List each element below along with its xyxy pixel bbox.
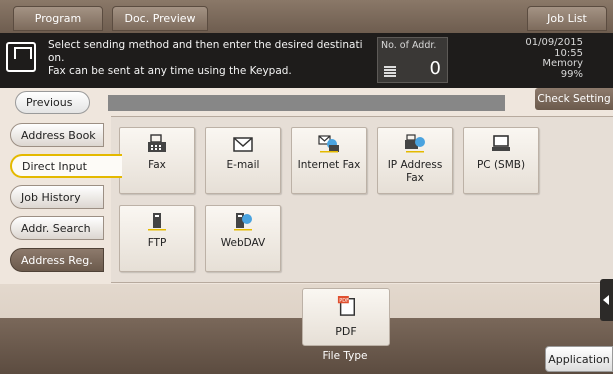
ip-address-fax-icon: [405, 134, 425, 153]
doc-preview-button[interactable]: Doc. Preview: [112, 6, 208, 31]
file-type-pdf-button[interactable]: PDF PDF: [302, 288, 390, 346]
ip-address-fax-button[interactable]: IP Address Fax: [377, 127, 453, 194]
email-icon: [233, 137, 253, 152]
status-readout: 01/09/2015 10:55 Memory 99%: [525, 37, 583, 80]
pc-smb-button[interactable]: PC (SMB): [463, 127, 539, 194]
tab-direct-input[interactable]: Direct Input: [10, 154, 122, 178]
scan-send-icon: [6, 42, 36, 72]
application-button[interactable]: Application: [545, 346, 613, 372]
pc-smb-icon: [492, 135, 510, 151]
webdav-button[interactable]: WebDAV: [205, 205, 281, 272]
pc-smb-label: PC (SMB): [476, 159, 526, 171]
program-button[interactable]: Program: [13, 6, 103, 31]
tab-addr-search[interactable]: Addr. Search: [10, 216, 104, 240]
tab-job-history[interactable]: Job History: [10, 185, 104, 209]
previous-button[interactable]: Previous: [15, 91, 90, 114]
tab-address-book[interactable]: Address Book: [10, 123, 104, 147]
list-icon: [384, 66, 396, 77]
job-list-button[interactable]: Job List: [527, 6, 607, 31]
ftp-button[interactable]: FTP: [119, 205, 195, 272]
email-label: E-mail: [226, 159, 260, 171]
email-button[interactable]: E-mail: [205, 127, 281, 194]
addr-count-value: 0: [429, 58, 441, 79]
ftp-icon: [148, 213, 166, 231]
webdav-label: WebDAV: [220, 237, 266, 249]
check-setting-button[interactable]: Check Setting: [535, 88, 613, 110]
webdav-icon: [234, 213, 252, 231]
ip-address-fax-label: IP Address Fax: [387, 159, 443, 184]
message-text: Select sending method and then enter the…: [48, 39, 363, 77]
memory-value: 99%: [560, 68, 583, 80]
address-reg-button[interactable]: Address Reg.: [10, 248, 104, 272]
svg-text:PDF: PDF: [339, 298, 349, 304]
fax-label: Fax: [148, 159, 166, 171]
fax-icon: [148, 134, 166, 152]
destination-display: [108, 95, 505, 111]
internet-fax-label: Internet Fax: [297, 159, 361, 171]
internet-fax-button[interactable]: Internet Fax: [291, 127, 367, 194]
date-text: 01/09/2015: [525, 37, 583, 48]
fax-button[interactable]: Fax: [119, 127, 195, 194]
memory-label: Memory: [542, 58, 583, 69]
file-type-caption: File Type: [322, 350, 368, 362]
top-bar: Program Doc. Preview Job List: [0, 0, 613, 33]
message-bar: Select sending method and then enter the…: [0, 33, 613, 88]
direct-input-panel: Fax E-mail Internet Fax IP Address Fax P…: [111, 116, 613, 283]
screen: Program Doc. Preview Job List Select sen…: [0, 0, 613, 374]
addr-count-label: No. of Addr.: [381, 40, 437, 51]
pdf-icon: PDF: [337, 296, 355, 316]
addr-count-box: No. of Addr. 0: [377, 37, 448, 83]
internet-fax-icon: [318, 135, 339, 153]
pdf-label: PDF: [335, 325, 357, 338]
panel-expand-arrow[interactable]: [600, 279, 613, 321]
ftp-label: FTP: [147, 237, 167, 249]
